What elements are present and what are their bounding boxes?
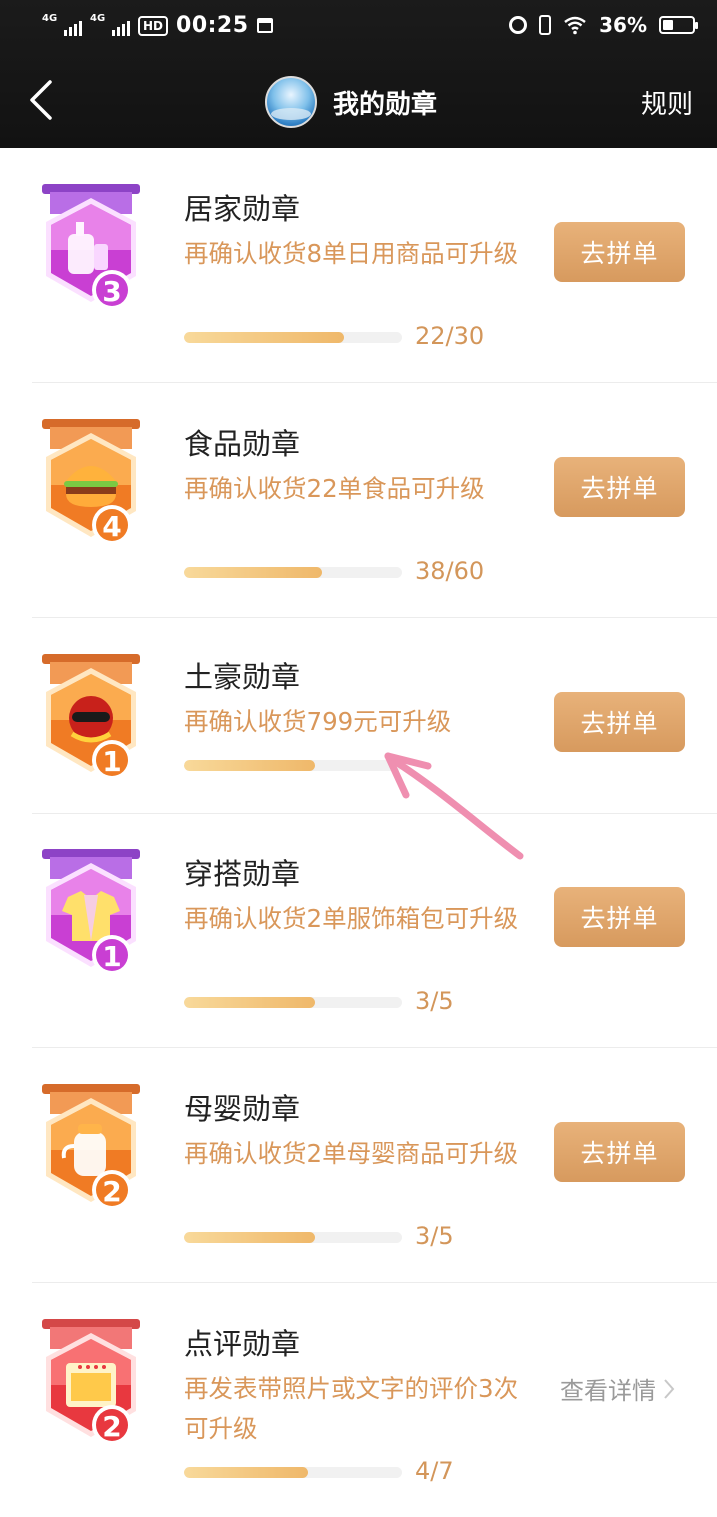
medal-level-number: 1 — [102, 745, 121, 778]
signal-icon: 4G — [42, 13, 82, 36]
page-title: 我的勋章 — [333, 89, 438, 120]
medal-name: 点评勋章 — [184, 1327, 301, 1361]
battery-percent: 36% — [599, 13, 647, 37]
progress-bar — [184, 332, 402, 343]
vibrate-icon — [539, 15, 552, 35]
nav-bar: 我的勋章 规则 — [0, 58, 717, 148]
status-time: 00:25 — [176, 13, 249, 38]
progress-fill — [184, 760, 315, 771]
go-group-buy-button[interactable]: 去拼单 — [554, 222, 685, 282]
medal-level-number: 3 — [102, 275, 121, 308]
progress-text: 4/7 — [415, 1457, 454, 1485]
hd-icon: HD — [138, 15, 169, 36]
medal-badge-home: 3 — [42, 184, 140, 310]
avatar — [265, 76, 317, 128]
medal-badge-review: 2 — [42, 1319, 140, 1445]
medal-badge-rich: 1 — [42, 654, 140, 780]
medal-name: 食品勋章 — [184, 427, 301, 461]
medal-item: 1 穿搭勋章 再确认收货2单服饰箱包可升级 3/5 去拼单 — [0, 813, 717, 1048]
calendar-icon — [256, 18, 273, 33]
medal-description: 再确认收货22单食品可升级 — [184, 474, 485, 503]
medal-item: 4 食品勋章 再确认收货22单食品可升级 38/60 去拼单 — [0, 383, 717, 618]
medal-item: 1 土豪勋章 再确认收货799元可升级 去拼单 — [0, 618, 717, 814]
wifi-icon — [564, 16, 586, 35]
medal-name: 母婴勋章 — [184, 1092, 301, 1126]
back-icon[interactable] — [24, 78, 64, 122]
go-group-buy-button[interactable]: 去拼单 — [554, 457, 685, 517]
medal-item: 3 居家勋章 再确认收货8单日用商品可升级 22/30 去拼单 — [0, 148, 717, 383]
medal-level-number: 1 — [102, 940, 121, 973]
alarm-icon — [509, 16, 528, 34]
progress-text: 3/5 — [415, 987, 454, 1015]
progress-fill — [184, 1467, 309, 1478]
progress-bar — [184, 760, 402, 771]
progress-bar — [184, 1232, 402, 1243]
medal-description: 再发表带照片或文字的评价3次可升级 — [184, 1374, 519, 1443]
medal-description: 再确认收货2单服饰箱包可升级 — [184, 904, 519, 933]
progress-fill — [184, 567, 322, 578]
medal-level-number: 2 — [102, 1175, 121, 1208]
chevron-right-icon — [664, 1378, 675, 1399]
progress-text: 3/5 — [415, 1222, 454, 1250]
rules-link[interactable]: 规则 — [641, 84, 693, 121]
medal-description: 再确认收货799元可升级 — [184, 707, 452, 736]
medal-badge-food: 4 — [42, 419, 140, 545]
medal-name: 居家勋章 — [184, 192, 301, 226]
progress-fill — [184, 332, 344, 343]
medal-level-number: 2 — [102, 1410, 121, 1443]
battery-icon — [659, 16, 698, 34]
progress-fill — [184, 997, 315, 1008]
go-group-buy-button[interactable]: 去拼单 — [554, 887, 685, 947]
go-group-buy-button[interactable]: 去拼单 — [554, 692, 685, 752]
top-bar: 4G 4G HD 00:25 36% 我的勋章 规则 — [0, 0, 717, 148]
battery-fill — [663, 20, 674, 30]
view-details-link[interactable]: 查看详情 — [560, 1371, 676, 1406]
progress-fill — [184, 1232, 315, 1243]
medal-item: 2 母婴勋章 再确认收货2单母婴商品可升级 3/5 去拼单 — [0, 1048, 717, 1283]
medal-description: 再确认收货2单母婴商品可升级 — [184, 1139, 519, 1168]
progress-text: 22/30 — [415, 322, 485, 350]
signal-icon-2: 4G — [90, 13, 130, 36]
view-details-label: 查看详情 — [560, 1377, 656, 1405]
medal-badge-fashion: 1 — [42, 849, 140, 975]
medal-name: 土豪勋章 — [184, 660, 301, 694]
medal-level-number: 4 — [102, 510, 121, 543]
medal-description: 再确认收货8单日用商品可升级 — [184, 239, 519, 268]
progress-text: 38/60 — [415, 557, 485, 585]
status-bar: 4G 4G HD 00:25 36% — [0, 0, 717, 58]
progress-bar — [184, 1467, 402, 1478]
progress-bar — [184, 567, 402, 578]
go-group-buy-button[interactable]: 去拼单 — [554, 1122, 685, 1182]
medal-name: 穿搭勋章 — [184, 857, 301, 891]
medal-item: 2 点评勋章 再发表带照片或文字的评价3次可升级 4/7 查看详情 — [0, 1283, 717, 1517]
medal-badge-baby: 2 — [42, 1084, 140, 1210]
progress-bar — [184, 997, 402, 1008]
